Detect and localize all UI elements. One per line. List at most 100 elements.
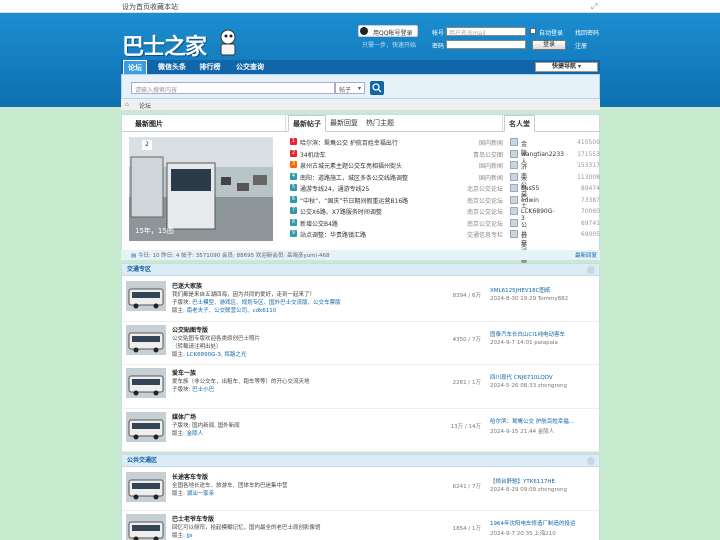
avatar[interactable]: [510, 149, 518, 158]
last-post-title[interactable]: 四川现代 CNJ6710LQDV: [490, 375, 553, 381]
qq-icon: [360, 27, 368, 35]
forum-row: 巴士老爷车专版 回忆可以侧帘，拾起模糊记忆，国内最全的老巴士原创影像馆 版主: jj…: [122, 511, 599, 540]
avatar[interactable]: [510, 184, 518, 192]
collapse-icon[interactable]: [587, 266, 595, 274]
avatar[interactable]: [510, 195, 518, 204]
forum-subforums: 子版块: 巴士模型、游戏区、规划专区、国外巴士交流版、公交车票版: [172, 300, 341, 306]
post-title[interactable]: 泉州古城元素主题公交车亮相福州街头: [300, 161, 402, 170]
avatar[interactable]: [510, 218, 518, 227]
subforum-link[interactable]: 巴士小巴: [192, 387, 214, 393]
photo-index[interactable]: 2: [142, 140, 152, 150]
search-input[interactable]: 请输入搜索内容: [131, 82, 335, 94]
forum-icon[interactable]: [126, 281, 166, 311]
post-title[interactable]: 哈尔滨：鸳鸯公交 护航百姓幸福出行: [300, 138, 398, 147]
search-button[interactable]: [370, 81, 384, 95]
post-category[interactable]: 国内新闻: [453, 138, 503, 147]
forum-row: 公交贴图专版 公交贴图专版欢迎各类原创巴士照片 （转载请注明出处） 版主: LCK68…: [122, 322, 599, 365]
moderator-link[interactable]: LCK6890G-3, 挥路之光: [187, 352, 247, 358]
last-post-title[interactable]: 哈尔滨：鸳鸯公交 护航百姓幸福...: [490, 419, 574, 425]
last-post-title[interactable]: 1964年沈阳电车修造厂制造的投运: [490, 521, 576, 527]
post-title[interactable]: “中秋”、“国庆”节日期间假重运营B16路: [300, 196, 408, 205]
site-logo[interactable]: 巴士之家: [122, 27, 242, 60]
fullscreen-icon[interactable]: ⤢: [591, 2, 597, 12]
qq-login-button[interactable]: 用QQ帐号登录: [358, 25, 418, 37]
latest-reply-link[interactable]: 最新回复: [575, 251, 597, 259]
post-category[interactable]: 国内新闻: [453, 173, 503, 182]
post-category[interactable]: 南京公交论坛: [453, 219, 503, 228]
forum-last-post[interactable]: 【倾台舒驰】YTK6117HE 2024-8-29 09:09 zhongrong: [490, 477, 567, 493]
forum-name[interactable]: 长途客车专版: [172, 472, 208, 481]
subforum-link[interactable]: 湖汕一家亲: [187, 491, 215, 497]
forum-last-post[interactable]: 四川现代 CNJ6710LQDV 2024-5-26 08:33 zhongron…: [490, 373, 567, 389]
user-name[interactable]: bus55: [521, 185, 539, 192]
post-title[interactable]: 公交X6路、X7路服务时间调整: [300, 207, 382, 216]
forum-name[interactable]: 公交贴图专版: [172, 325, 208, 334]
search-icon: [372, 83, 382, 93]
forum-row: 爱车一族 爱车族（非公交车，出租车、跑车等等）的开心交流天地 子版块: 巴士小巴 22…: [122, 365, 599, 409]
register-link[interactable]: 注册: [575, 41, 587, 50]
avatar[interactable]: [510, 161, 518, 169]
forum-count: 8394 / 6万: [452, 293, 481, 299]
post-title[interactable]: 南阳：道路施工，城区多条公交线路调整: [300, 173, 408, 182]
forum-name[interactable]: 巴迷大家族: [172, 281, 202, 290]
user-name[interactable]: edwin: [521, 197, 539, 204]
forum-name[interactable]: 媒体广场: [172, 412, 196, 421]
last-post-title[interactable]: XML6125JHEV18C图纸: [490, 288, 550, 294]
forum-icon[interactable]: [126, 472, 166, 502]
last-post-title[interactable]: 固泰汽车长白山CI1纯电动客车: [490, 332, 565, 338]
forum-icon[interactable]: [126, 411, 166, 442]
forum-icon[interactable]: [126, 324, 166, 355]
tab-hot-topics[interactable]: 热门主题: [362, 115, 398, 132]
set-home-link[interactable]: 设为首页: [122, 2, 150, 12]
post-category[interactable]: 青岛公交图: [453, 150, 503, 159]
avatar[interactable]: [510, 230, 518, 238]
forum-last-post[interactable]: XML6125JHEV18C图纸 2024-8-30 19:29 Tommy882: [490, 286, 568, 302]
moderator-link[interactable]: 南老夫子、公交联营公司、cdk6110: [187, 308, 277, 314]
post-title[interactable]: 站点调整：华贵路镇汇路: [300, 230, 366, 239]
subforum-link[interactable]: jjs: [187, 533, 193, 539]
auto-login-checkbox[interactable]: [530, 28, 536, 34]
forum-name[interactable]: 爱车一族: [172, 368, 196, 377]
breadcrumb-forum[interactable]: 论坛: [139, 103, 151, 110]
post-title[interactable]: 34机动车: [300, 150, 326, 159]
post-category[interactable]: 交通信息专栏: [453, 230, 503, 239]
avatar[interactable]: [510, 172, 518, 181]
post-category[interactable]: 南京公交论坛: [453, 207, 503, 216]
login-button[interactable]: 登录: [532, 40, 566, 50]
nav-ranking[interactable]: 排行榜: [195, 60, 225, 74]
post-title[interactable]: 新增公交B4路: [300, 219, 338, 228]
tab-latest-replies[interactable]: 最新回复: [326, 115, 362, 132]
forum-last-post[interactable]: 固泰汽车长白山CI1纯电动客车 2024-9-7 14:01 palapala: [490, 330, 565, 346]
collapse-icon[interactable]: [587, 457, 595, 465]
search-type-select[interactable]: 帖子 ▾: [335, 82, 365, 94]
password-input[interactable]: [446, 40, 526, 49]
account-input[interactable]: 用户名/Email: [446, 27, 526, 37]
post-category[interactable]: 国内新闻: [453, 161, 503, 170]
home-icon[interactable]: ⌂: [125, 101, 129, 108]
avatar[interactable]: [510, 207, 518, 215]
forum-icon[interactable]: [126, 368, 166, 398]
avatar[interactable]: [510, 138, 518, 146]
nav-bus-query[interactable]: 公交查询: [231, 60, 269, 74]
quick-nav-button[interactable]: 快捷导航 ▾: [535, 62, 598, 72]
forum-name[interactable]: 巴士老爷车专版: [172, 514, 214, 523]
user-score: 70060: [580, 208, 600, 215]
nav-wechat[interactable]: 微信头条: [153, 60, 191, 74]
forum-last-post[interactable]: 哈尔滨：鸳鸯公交 护航百姓幸福... 2024-9-15 21:44 金陵人: [490, 417, 574, 435]
quick-register-text[interactable]: 只需一步，快速开始: [362, 40, 416, 49]
forum-icon[interactable]: [126, 514, 166, 540]
nav-forum[interactable]: 论坛: [123, 60, 147, 74]
subforum-link[interactable]: 金陵人: [187, 431, 204, 437]
forum-last-post[interactable]: 1964年沈阳电车修造厂制造的投运 2024-9-7 20:35 上海210: [490, 519, 576, 537]
last-post-title[interactable]: 【倾台舒驰】YTK6117HE: [490, 479, 555, 485]
section-title[interactable]: 公共交通区: [122, 455, 599, 467]
mascot-icon: [220, 29, 236, 56]
user-name[interactable]: wangtian2233: [521, 151, 564, 158]
section-title[interactable]: 交通专区: [122, 264, 599, 276]
bookmark-link[interactable]: 收藏本站: [150, 2, 178, 12]
forgot-password-link[interactable]: 找回密码: [575, 28, 599, 37]
post-title[interactable]: 通游专线24，通游专线25: [300, 184, 369, 193]
post-category[interactable]: 南京公交论坛: [453, 196, 503, 205]
post-category[interactable]: 北京公交论坛: [453, 184, 503, 193]
tab-latest-posts[interactable]: 最新帖子: [288, 115, 326, 132]
